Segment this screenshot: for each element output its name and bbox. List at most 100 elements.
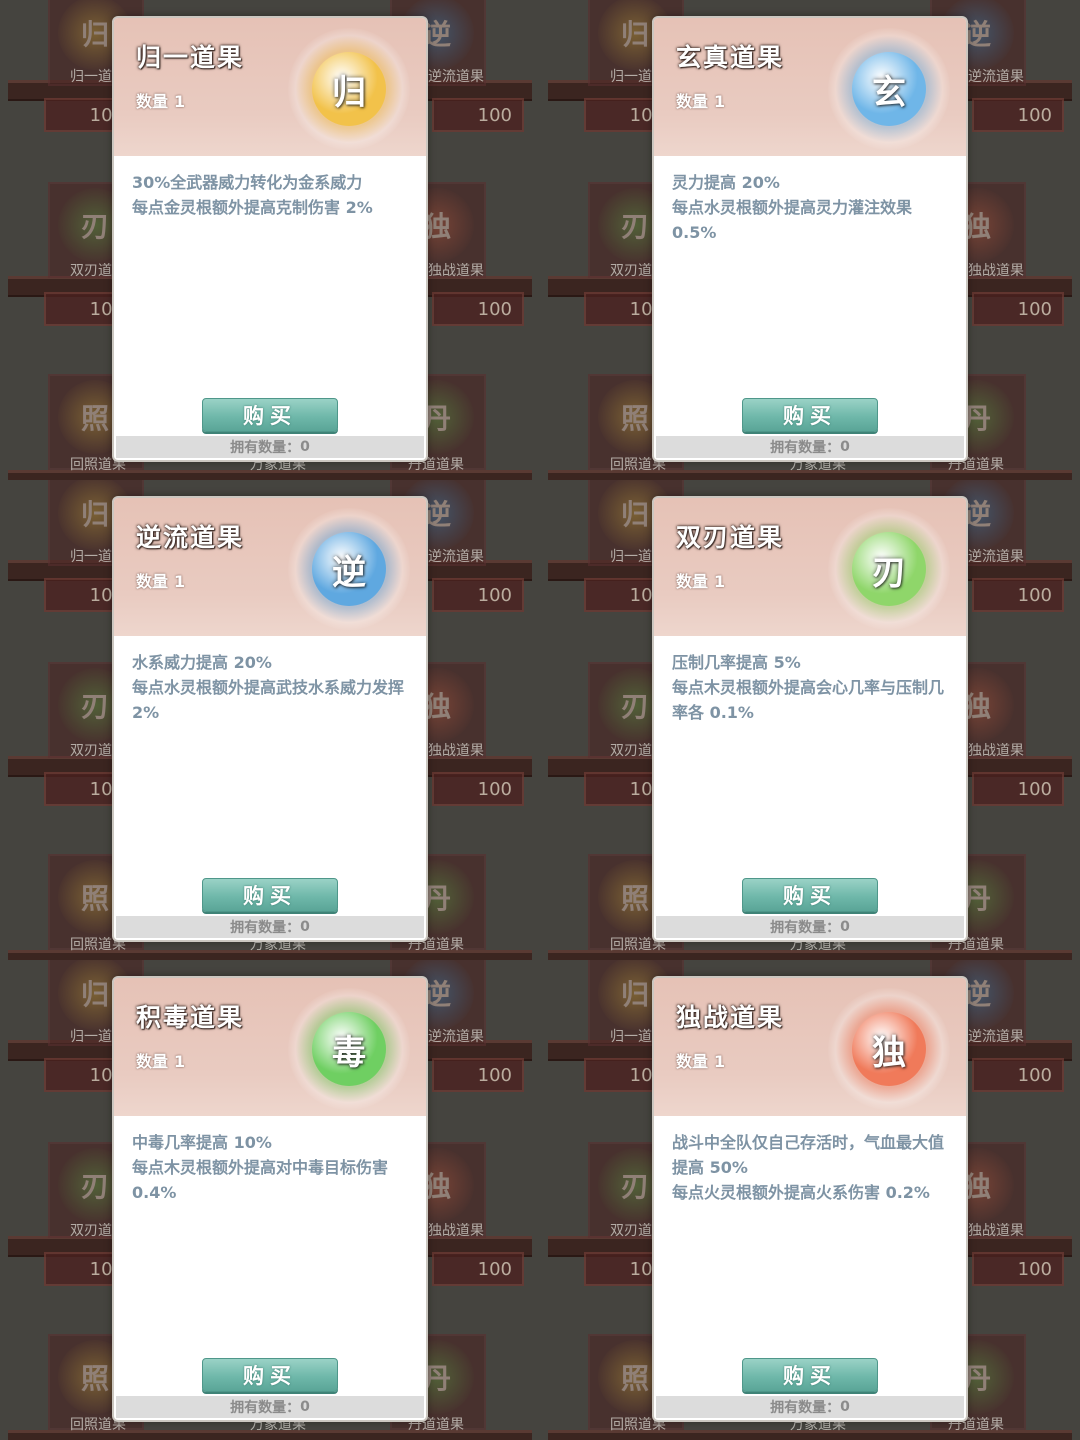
shop-tile: 归逆刃独照丹归一道果 逆流道果 双刃道果 独战道果 回照道果 万象道果 丹道道果 100 100…	[540, 960, 1080, 1440]
quantity-value: 1	[174, 92, 186, 111]
background-item-label: 逆流道果	[968, 1029, 1024, 1045]
description-line: 水系威力提高 20%	[132, 653, 272, 672]
buy-button[interactable]: 购买	[742, 398, 878, 432]
card-description: 战斗中全队仅自己存活时，气血最大值提高 50% 每点火灵根额外提高火系伤害 0.2…	[672, 1130, 958, 1205]
quantity-label: 数量	[676, 1052, 709, 1071]
card-description: 中毒几率提高 10% 每点木灵根额外提高对中毒目标伤害 0.4%	[132, 1130, 418, 1205]
owned-label: 拥有数量：	[230, 440, 301, 456]
background-price-tag: 100	[432, 1252, 524, 1286]
shop-tile: 归逆刃独照丹归一道果 逆流道果 双刃道果 独战道果 回照道果 万象道果 丹道道果 100 100…	[540, 0, 1080, 480]
quantity-label: 数量	[676, 572, 709, 591]
background-price-tag: 100	[972, 292, 1064, 326]
buy-button[interactable]: 购买	[202, 1358, 338, 1392]
owned-label: 拥有数量：	[770, 920, 841, 936]
quantity-value: 1	[174, 572, 186, 591]
dao-fruit-card: 逆流道果 数量 1 逆水系威力提高 20% 每点水灵根额外提高武技水系威力发挥 2% 购买…	[112, 496, 428, 942]
owned-label: 拥有数量：	[230, 1400, 301, 1416]
quantity-label: 数量	[136, 1052, 169, 1071]
background-item-label: 独战道果	[968, 743, 1024, 759]
background-price-tag: 100	[432, 1058, 524, 1092]
background-item-label: 独战道果	[428, 743, 484, 759]
dao-fruit-emblem-icon: 独	[828, 988, 950, 1110]
background-price-tag: 100	[972, 578, 1064, 612]
quantity-value: 1	[714, 572, 726, 591]
card-description: 灵力提高 20% 每点水灵根额外提高灵力灌注效果 0.5%	[672, 170, 958, 245]
owned-count-bar: 拥有数量： 0	[116, 1396, 424, 1418]
card-description: 水系威力提高 20% 每点水灵根额外提高武技水系威力发挥 2%	[132, 650, 418, 725]
card-title: 独战道果	[676, 1003, 785, 1032]
background-item-label: 逆流道果	[428, 549, 484, 565]
description-line: 压制几率提高 5%	[672, 653, 801, 672]
description-line: 每点火灵根额外提高火系伤害 0.2%	[672, 1183, 930, 1202]
buy-button[interactable]: 购买	[202, 878, 338, 912]
dao-fruit-emblem-icon: 归	[288, 28, 410, 150]
background-price-tag: 100	[972, 772, 1064, 806]
background-item-label: 逆流道果	[428, 69, 484, 85]
buy-button[interactable]: 购买	[742, 878, 878, 912]
description-line: 每点木灵根额外提高对中毒目标伤害 0.4%	[132, 1158, 389, 1202]
card-title: 归一道果	[136, 43, 245, 72]
description-line: 每点水灵根额外提高武技水系威力发挥 2%	[132, 678, 405, 722]
description-line: 每点水灵根额外提高灵力灌注效果 0.5%	[672, 198, 913, 242]
card-quantity: 数量 1	[136, 1048, 185, 1072]
quantity-label: 数量	[136, 92, 169, 111]
emblem-character: 玄	[852, 52, 926, 126]
background-item-label: 独战道果	[968, 1223, 1024, 1239]
owned-count-bar: 拥有数量： 0	[116, 916, 424, 938]
emblem-character: 独	[852, 1012, 926, 1086]
owned-value: 0	[840, 919, 850, 935]
card-quantity: 数量 1	[676, 88, 725, 112]
emblem-character: 刃	[852, 532, 926, 606]
shop-tile: 归逆刃独照丹归一道果 逆流道果 双刃道果 独战道果 回照道果 万象道果 丹道道果 100 100…	[0, 480, 540, 960]
owned-label: 拥有数量：	[770, 1400, 841, 1416]
dao-fruit-card: 双刃道果数量 1 刃压制几率提高 5% 每点木灵根额外提高会心几率与压制几率各 0.1…	[652, 496, 968, 942]
background-price-tag: 100	[972, 1058, 1064, 1092]
description-line: 30%全武器威力转化为金系威力	[132, 173, 363, 192]
owned-count-bar: 拥有数量： 0	[656, 916, 964, 938]
background-price-tag: 100	[432, 292, 524, 326]
description-line: 灵力提高 20%	[672, 173, 780, 192]
quantity-value: 1	[174, 1052, 186, 1071]
owned-count-bar: 拥有数量： 0	[656, 1396, 964, 1418]
owned-value: 0	[300, 1399, 310, 1415]
dao-fruit-emblem-icon: 毒	[288, 988, 410, 1110]
owned-label: 拥有数量：	[770, 440, 841, 456]
quantity-value: 1	[714, 92, 726, 111]
owned-value: 0	[840, 1399, 850, 1415]
dao-fruit-emblem-icon: 逆	[288, 508, 410, 630]
dao-fruit-card: 归一道果数量 1 归 30%全武器威力转化为金系威力 每点金灵根额外提高克制伤害 2% 购…	[112, 16, 428, 462]
description-line: 中毒几率提高 10%	[132, 1133, 272, 1152]
background-price-tag: 100	[972, 1252, 1064, 1286]
card-quantity: 数量 1	[136, 568, 185, 592]
background-price-tag: 100	[972, 98, 1064, 132]
card-title: 双刃道果	[676, 523, 785, 552]
background-price-tag: 100	[432, 772, 524, 806]
background-item-label: 独战道果	[968, 263, 1024, 279]
description-line: 战斗中全队仅自己存活时，气血最大值提高 50%	[672, 1133, 945, 1177]
card-quantity: 数量 1	[676, 1048, 725, 1072]
emblem-character: 归	[312, 52, 386, 126]
dao-fruit-card: 积毒道果 数量 1 毒中毒几率提高 10% 每点木灵根额外提高对中毒目标伤害 0.4% 购…	[112, 976, 428, 1422]
background-price-tag: 100	[432, 98, 524, 132]
owned-count-bar: 拥有数量： 0	[116, 436, 424, 458]
shop-tile: 归逆刃独照丹归一道果 逆流道果 双刃道果 独战道果 回照道果 万象道果 丹道道果 100 100…	[0, 0, 540, 480]
quantity-label: 数量	[676, 92, 709, 111]
card-title: 玄真道果	[676, 43, 785, 72]
background-item-label: 逆流道果	[968, 549, 1024, 565]
card-quantity: 数量 1	[136, 88, 185, 112]
dao-fruit-card: 独战道果数量 1 独战斗中全队仅自己存活时，气血最大值提高 50% 每点火灵根额外提高…	[652, 976, 968, 1422]
quantity-value: 1	[714, 1052, 726, 1071]
background-item-label: 逆流道果	[428, 1029, 484, 1045]
card-quantity: 数量 1	[676, 568, 725, 592]
background-item-label: 独战道果	[428, 263, 484, 279]
emblem-character: 逆	[312, 532, 386, 606]
owned-value: 0	[300, 439, 310, 455]
card-description: 压制几率提高 5% 每点木灵根额外提高会心几率与压制几率各 0.1%	[672, 650, 958, 725]
buy-button[interactable]: 购买	[202, 398, 338, 432]
background-item-label: 独战道果	[428, 1223, 484, 1239]
owned-value: 0	[840, 439, 850, 455]
card-description: 30%全武器威力转化为金系威力 每点金灵根额外提高克制伤害 2%	[132, 170, 418, 220]
dao-fruit-card: 玄真道果数量 1 玄灵力提高 20% 每点水灵根额外提高灵力灌注效果 0.5% 购买拥有…	[652, 16, 968, 462]
shop-tile: 归逆刃独照丹归一道果 逆流道果 双刃道果 独战道果 回照道果 万象道果 丹道道果 100 100…	[0, 960, 540, 1440]
buy-button[interactable]: 购买	[742, 1358, 878, 1392]
